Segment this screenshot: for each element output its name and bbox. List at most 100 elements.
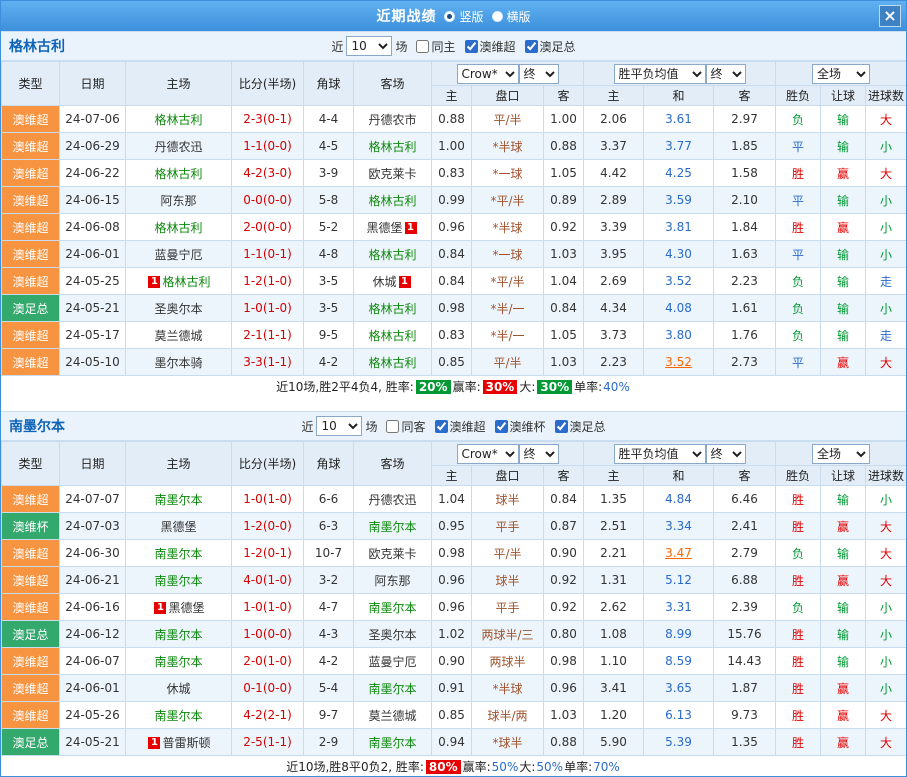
home-team[interactable]: 格林古利: [154, 113, 202, 127]
bookmaker-select[interactable]: Crow*: [457, 64, 519, 84]
home-team[interactable]: 格林古利: [162, 275, 210, 289]
away-team[interactable]: 黑德堡: [366, 221, 402, 235]
sections-container: 格林古利近10场同主澳维超澳足总类型日期主场比分(半场)角球客场Crow*终胜平…: [1, 31, 906, 776]
home-team[interactable]: 阿东那: [160, 194, 196, 208]
home-team[interactable]: 南墨尔本: [154, 493, 202, 507]
away-team[interactable]: 欧克莱卡: [368, 167, 416, 181]
bookmaker-select[interactable]: Crow*: [457, 444, 519, 464]
match-score: 3-3(1-1): [232, 349, 304, 376]
wdl-result: 平: [776, 349, 821, 376]
avg-draw-odds: 3.65: [644, 675, 714, 702]
filter-checkbox-input[interactable]: [435, 420, 448, 433]
filter-checkbox-input[interactable]: [555, 420, 568, 433]
home-team[interactable]: 南墨尔本: [154, 655, 202, 669]
away-team[interactable]: 南墨尔本: [368, 601, 416, 615]
percentage-value: 50%: [536, 760, 563, 774]
wdl-result: 平: [776, 187, 821, 214]
home-team[interactable]: 南墨尔本: [154, 628, 202, 642]
corner-score: 3-5: [304, 268, 354, 295]
filter-checkbox[interactable]: 澳维超: [465, 38, 516, 55]
layout-radio-horizontal[interactable]: 横版: [492, 8, 531, 25]
layout-radio-vertical[interactable]: 竖版: [444, 8, 483, 25]
home-team[interactable]: 圣奥尔本: [154, 302, 202, 316]
goals-result: 大: [866, 160, 907, 187]
wdl-result: 胜: [776, 621, 821, 648]
filter-checkbox-input[interactable]: [465, 40, 478, 53]
away-team[interactable]: 格林古利: [368, 140, 416, 154]
match-row: 澳足总24-06-12南墨尔本1-0(0-0)4-3圣奥尔本1.02两球半/三0…: [2, 621, 907, 648]
column-subheader: 让球: [821, 86, 866, 106]
away-team[interactable]: 格林古利: [368, 329, 416, 343]
away-team[interactable]: 阿东那: [374, 574, 410, 588]
match-date: 24-06-01: [60, 241, 126, 268]
avg-type-select[interactable]: 胜平负均值: [614, 444, 706, 464]
away-team[interactable]: 蓝曼宁厄: [368, 655, 416, 669]
away-team[interactable]: 格林古利: [368, 356, 416, 370]
home-team[interactable]: 休城: [166, 682, 190, 696]
away-team[interactable]: 圣奥尔本: [368, 628, 416, 642]
away-team[interactable]: 南墨尔本: [368, 736, 416, 750]
scope-select[interactable]: 全场: [812, 444, 870, 464]
home-team[interactable]: 黑德堡: [160, 520, 196, 534]
away-team[interactable]: 欧克莱卡: [368, 547, 416, 561]
column-subheader: 胜负: [776, 466, 821, 486]
filter-checkbox-input[interactable]: [416, 40, 429, 53]
match-count-select[interactable]: 10: [346, 36, 392, 56]
filter-checkbox[interactable]: 澳足总: [555, 418, 606, 435]
avg-home-odds: 1.20: [584, 702, 644, 729]
close-button[interactable]: ×: [879, 5, 901, 27]
filter-checkbox-input[interactable]: [495, 420, 508, 433]
home-team[interactable]: 格林古利: [154, 167, 202, 181]
filter-checkbox[interactable]: 同客: [386, 418, 425, 435]
match-row: 澳维超24-05-26南墨尔本4-2(2-1)9-7莫兰德城0.85球半/两1.…: [2, 702, 907, 729]
corner-score: 4-3: [304, 621, 354, 648]
column-subheader: 主: [432, 86, 472, 106]
avg-home-odds: 2.21: [584, 540, 644, 567]
home-team[interactable]: 普雷斯顿: [162, 736, 210, 750]
match-date: 24-05-25: [60, 268, 126, 295]
filter-checkbox-input[interactable]: [525, 40, 538, 53]
away-team[interactable]: 格林古利: [368, 194, 416, 208]
home-team[interactable]: 莫兰德城: [154, 329, 202, 343]
away-team[interactable]: 丹德农迅: [368, 493, 416, 507]
odds-stage-select[interactable]: 终: [519, 64, 559, 84]
home-team-cell: 南墨尔本: [126, 621, 232, 648]
handicap-line: *球半: [472, 729, 544, 756]
avg-stage-select[interactable]: 终: [706, 444, 746, 464]
avg-type-select[interactable]: 胜平负均值: [614, 64, 706, 84]
match-count-select[interactable]: 10: [316, 416, 362, 436]
home-team[interactable]: 蓝曼宁厄: [154, 248, 202, 262]
column-subheader: 进球数: [866, 466, 907, 486]
home-team[interactable]: 格林古利: [154, 221, 202, 235]
away-team[interactable]: 丹德农市: [368, 113, 416, 127]
avg-stage-select[interactable]: 终: [706, 64, 746, 84]
match-date: 24-06-30: [60, 540, 126, 567]
avg-home-odds: 2.23: [584, 349, 644, 376]
avg-home-odds: 4.34: [584, 295, 644, 322]
filter-checkbox[interactable]: 同主: [416, 38, 455, 55]
away-team[interactable]: 格林古利: [368, 302, 416, 316]
away-team[interactable]: 格林古利: [368, 248, 416, 262]
home-team[interactable]: 墨尔本骑: [154, 356, 202, 370]
scope-select[interactable]: 全场: [812, 64, 870, 84]
home-team[interactable]: 南墨尔本: [154, 574, 202, 588]
home-team[interactable]: 黑德堡: [168, 601, 204, 615]
away-team[interactable]: 莫兰德城: [368, 709, 416, 723]
column-header: 类型: [2, 442, 60, 486]
filter-checkbox[interactable]: 澳维超: [435, 418, 486, 435]
away-team[interactable]: 休城: [372, 275, 396, 289]
odds-stage-select[interactable]: 终: [519, 444, 559, 464]
home-team[interactable]: 南墨尔本: [154, 709, 202, 723]
handicap-result: 输: [821, 594, 866, 621]
away-team[interactable]: 南墨尔本: [368, 520, 416, 534]
home-team[interactable]: 丹德农迅: [154, 140, 202, 154]
wdl-result: 胜: [776, 160, 821, 187]
filter-checkbox[interactable]: 澳维杯: [495, 418, 546, 435]
filter-checkbox-input[interactable]: [386, 420, 399, 433]
away-team-cell: 丹德农市: [354, 106, 432, 133]
handicap-line: 球半: [472, 567, 544, 594]
home-team[interactable]: 南墨尔本: [154, 547, 202, 561]
away-team[interactable]: 南墨尔本: [368, 682, 416, 696]
goals-result: 走: [866, 322, 907, 349]
filter-checkbox[interactable]: 澳足总: [525, 38, 576, 55]
